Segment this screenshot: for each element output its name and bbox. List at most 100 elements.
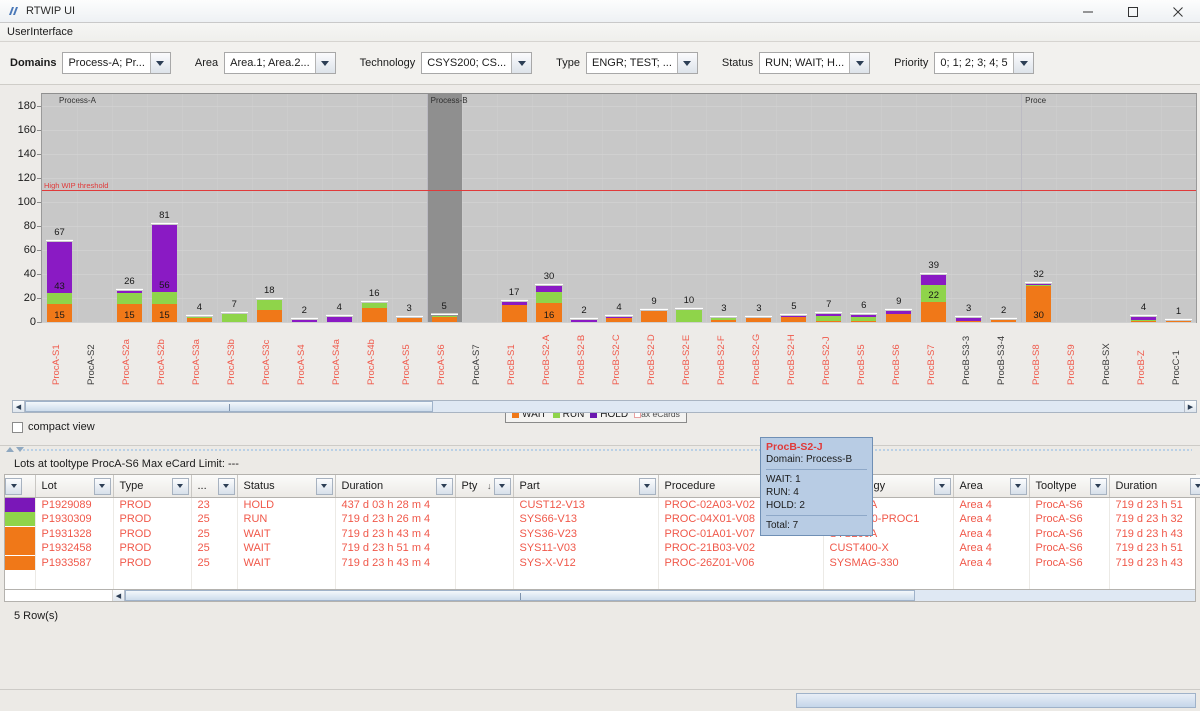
column-filter-button-duration2[interactable]: [1189, 477, 1200, 495]
column-filter-button-color[interactable]: [5, 477, 22, 495]
chart-bar[interactable]: [711, 318, 737, 322]
chevron-down-icon[interactable]: [149, 53, 170, 73]
x-axis-label[interactable]: ProcB-S2-B: [576, 335, 587, 385]
chart-bar[interactable]: 16: [536, 286, 562, 322]
x-axis-label[interactable]: ProcA-S2b: [156, 339, 167, 385]
x-axis-label[interactable]: ProcB-S2-E: [681, 335, 692, 385]
column-filter-button-technology[interactable]: [933, 477, 951, 495]
x-axis-label[interactable]: ProcB-S2-F: [716, 335, 727, 385]
column-filter-button-tooltype[interactable]: [1089, 477, 1107, 495]
chart-bar[interactable]: [606, 317, 632, 322]
chart-bar[interactable]: [1165, 320, 1192, 322]
table-header-tooltype[interactable]: Tooltype: [1029, 475, 1110, 498]
collapse-up-icon[interactable]: [6, 447, 14, 452]
column-filter-button-duration[interactable]: [435, 477, 453, 495]
chevron-down-icon[interactable]: [314, 53, 335, 73]
column-filter-button-pty[interactable]: [493, 477, 511, 495]
filter-combo-domains[interactable]: Process-A; Pr...: [62, 52, 171, 74]
x-axis-label[interactable]: ProcB-Z: [1136, 350, 1147, 385]
x-axis-label[interactable]: ProcA-S3b: [226, 339, 237, 385]
table-row[interactable]: P1931328 PROD 25 WAIT 719 d 23 h 43 m 4 SYS36…: [5, 526, 1200, 541]
chart-bar[interactable]: [431, 316, 457, 322]
filter-value-area[interactable]: Area.1; Area.2...: [225, 53, 315, 73]
x-axis-label[interactable]: ProcB-S2-C: [611, 334, 622, 385]
x-axis-label[interactable]: ProcA-S3a: [191, 339, 202, 385]
table-header-area[interactable]: Area: [953, 475, 1030, 498]
x-axis-label[interactable]: ProcA-S5: [401, 344, 412, 385]
filter-combo-area[interactable]: Area.1; Area.2...: [224, 52, 336, 74]
table-header-pty[interactable]: Pty ↓: [455, 475, 514, 498]
chart-bar[interactable]: 22: [921, 275, 947, 322]
chart-bar[interactable]: [221, 313, 247, 322]
x-axis-label[interactable]: ProcB-S9: [1066, 344, 1077, 385]
table-row[interactable]: P1933587 PROD 25 WAIT 719 d 23 h 43 m 4 SYS-X…: [5, 555, 1200, 570]
chart-bar[interactable]: [991, 319, 1017, 322]
x-axis-label[interactable]: ProcA-S4a: [331, 339, 342, 385]
close-icon[interactable]: [1155, 0, 1200, 23]
x-axis-label[interactable]: ProcB-S3-3: [961, 336, 972, 385]
chart-bar[interactable]: [641, 311, 667, 322]
x-axis-label[interactable]: ProcA-S1: [51, 344, 62, 385]
menu-item-userinterface[interactable]: UserInterface: [0, 26, 80, 38]
filter-value-technology[interactable]: CSYS200; CS...: [422, 53, 512, 73]
table-header-part[interactable]: Part: [513, 475, 659, 498]
filter-combo-type[interactable]: ENGR; TEST; ...: [586, 52, 698, 74]
table-horizontal-scrollbar[interactable]: ◀: [4, 589, 1196, 602]
chart-bar[interactable]: [501, 301, 527, 322]
filter-value-priority[interactable]: 0; 1; 2; 3; 4; 5: [935, 53, 1014, 73]
chart-bar[interactable]: [746, 318, 772, 322]
table-row[interactable]: P1929089 PROD 23 HOLD 437 d 03 h 28 m 4 CUST1…: [5, 497, 1200, 512]
column-filter-button-part[interactable]: [638, 477, 656, 495]
x-axis-label[interactable]: ProcA-S2a: [121, 339, 132, 385]
table-header-type[interactable]: Type: [113, 475, 192, 498]
x-axis-label[interactable]: ProcB-S6: [891, 344, 902, 385]
arrow-right-icon[interactable]: ▶: [1184, 401, 1196, 412]
x-axis-label[interactable]: ProcB-S7: [926, 344, 937, 385]
chart-bar[interactable]: [396, 318, 422, 322]
chart-bar[interactable]: [326, 317, 352, 322]
x-axis-label[interactable]: ProcA-S6: [436, 344, 447, 385]
filter-combo-technology[interactable]: CSYS200; CS...: [421, 52, 533, 74]
table-header-lot[interactable]: Lot: [35, 475, 114, 498]
panel-splitter[interactable]: [0, 445, 1200, 453]
x-axis-label[interactable]: ProcB-S2-H: [786, 334, 797, 385]
chart-bar[interactable]: [816, 313, 842, 322]
chart-horizontal-scrollbar[interactable]: ◀ ▶: [12, 400, 1197, 413]
chart-bar[interactable]: [361, 302, 387, 322]
chart-scroll-thumb[interactable]: [25, 401, 433, 412]
column-filter-button-status[interactable]: [315, 477, 333, 495]
x-axis-label[interactable]: ProcB-S8: [1031, 344, 1042, 385]
filter-value-status[interactable]: RUN; WAIT; H...: [760, 53, 850, 73]
table-header-color[interactable]: [5, 475, 36, 498]
filter-value-type[interactable]: ENGR; TEST; ...: [587, 53, 677, 73]
x-axis-label[interactable]: ProcB-S1: [506, 344, 517, 385]
minimize-icon[interactable]: [1065, 0, 1110, 23]
x-axis-label[interactable]: ProcC-1: [1171, 350, 1182, 385]
chart-scroll-track[interactable]: [25, 401, 1184, 412]
chart-bar[interactable]: [291, 319, 317, 322]
chart-bar[interactable]: [851, 314, 877, 322]
x-axis-label[interactable]: ProcB-SX: [1101, 343, 1112, 385]
x-axis-label[interactable]: ProcA-S2: [86, 344, 97, 385]
chevron-down-icon[interactable]: [676, 53, 697, 73]
maximize-icon[interactable]: [1110, 0, 1155, 23]
filter-combo-status[interactable]: RUN; WAIT; H...: [759, 52, 871, 74]
chart-bar[interactable]: 15: [116, 290, 142, 322]
filter-combo-priority[interactable]: 0; 1; 2; 3; 4; 5: [934, 52, 1035, 74]
x-axis-label[interactable]: ProcB-S2-A: [541, 335, 552, 385]
table-row[interactable]: P1930309 PROD 25 RUN 719 d 23 h 26 m 4 SYS66-…: [5, 512, 1200, 527]
column-filter-button-type[interactable]: [171, 477, 189, 495]
table-scroll-thumb[interactable]: [125, 590, 915, 601]
x-axis-label[interactable]: ProcA-S4: [296, 344, 307, 385]
chart-bar[interactable]: 15 56: [151, 224, 177, 322]
chart-bar[interactable]: [1130, 317, 1157, 322]
chevron-down-icon[interactable]: [511, 53, 532, 73]
x-axis-label[interactable]: ProcA-S3c: [261, 340, 272, 385]
chevron-down-icon[interactable]: [1013, 53, 1034, 73]
chart-bar[interactable]: [186, 317, 212, 322]
x-axis-label[interactable]: ProcB-S5: [856, 344, 867, 385]
column-filter-button-lot[interactable]: [93, 477, 111, 495]
column-filter-button-priority2[interactable]: [217, 477, 235, 495]
compact-view-checkbox[interactable]: [12, 421, 23, 433]
table-row[interactable]: P1932458 PROD 25 WAIT 719 d 23 h 51 m 4 SYS11…: [5, 541, 1200, 556]
